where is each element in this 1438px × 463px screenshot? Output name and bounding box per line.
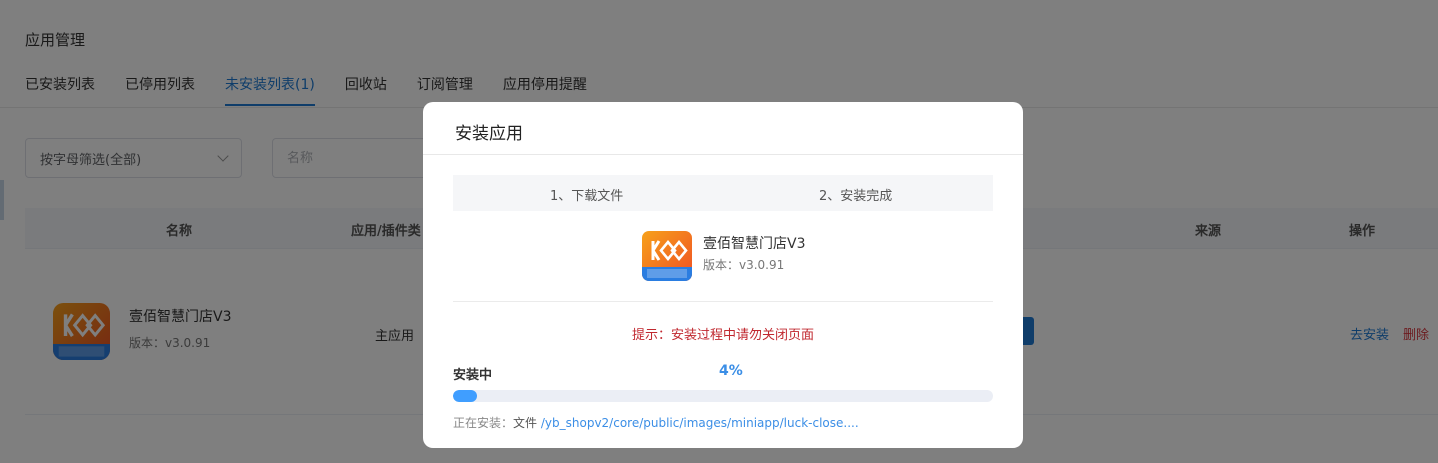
- current-file-label: 正在安装：: [453, 416, 514, 430]
- install-warning-tip: 提示：安装过程中请勿关闭页面: [631, 328, 814, 343]
- dialog-divider: [453, 301, 993, 302]
- step-download: 1、下载文件: [550, 189, 624, 204]
- install-app-dialog: 安装应用 1、下载文件 2、安装完成 壹佰智慧门店V3 版本：v3.0.91 提…: [423, 102, 1023, 448]
- step-complete: 2、安装完成: [819, 189, 893, 204]
- current-file-info: 正在安装：文件 /yb_shopv2/core/public/images/mi…: [453, 414, 859, 431]
- dialog-app-name: 壹佰智慧门店V3: [703, 236, 806, 252]
- install-percent: 4%: [719, 363, 743, 379]
- dialog-header: 安装应用: [423, 102, 1023, 155]
- dialog-title: 安装应用: [455, 124, 523, 144]
- smart-store-logo-icon: [642, 231, 692, 281]
- current-file-path: /yb_shopv2/core/public/images/miniapp/lu…: [540, 416, 859, 430]
- dialog-app-version: 版本：v3.0.91: [703, 258, 785, 272]
- install-progress-bar: [453, 390, 993, 402]
- install-status-label: 安装中: [453, 368, 493, 383]
- current-file-kind: 文件: [513, 416, 538, 430]
- install-progress-fill: [453, 390, 477, 402]
- install-steps: 1、下载文件 2、安装完成: [453, 175, 993, 211]
